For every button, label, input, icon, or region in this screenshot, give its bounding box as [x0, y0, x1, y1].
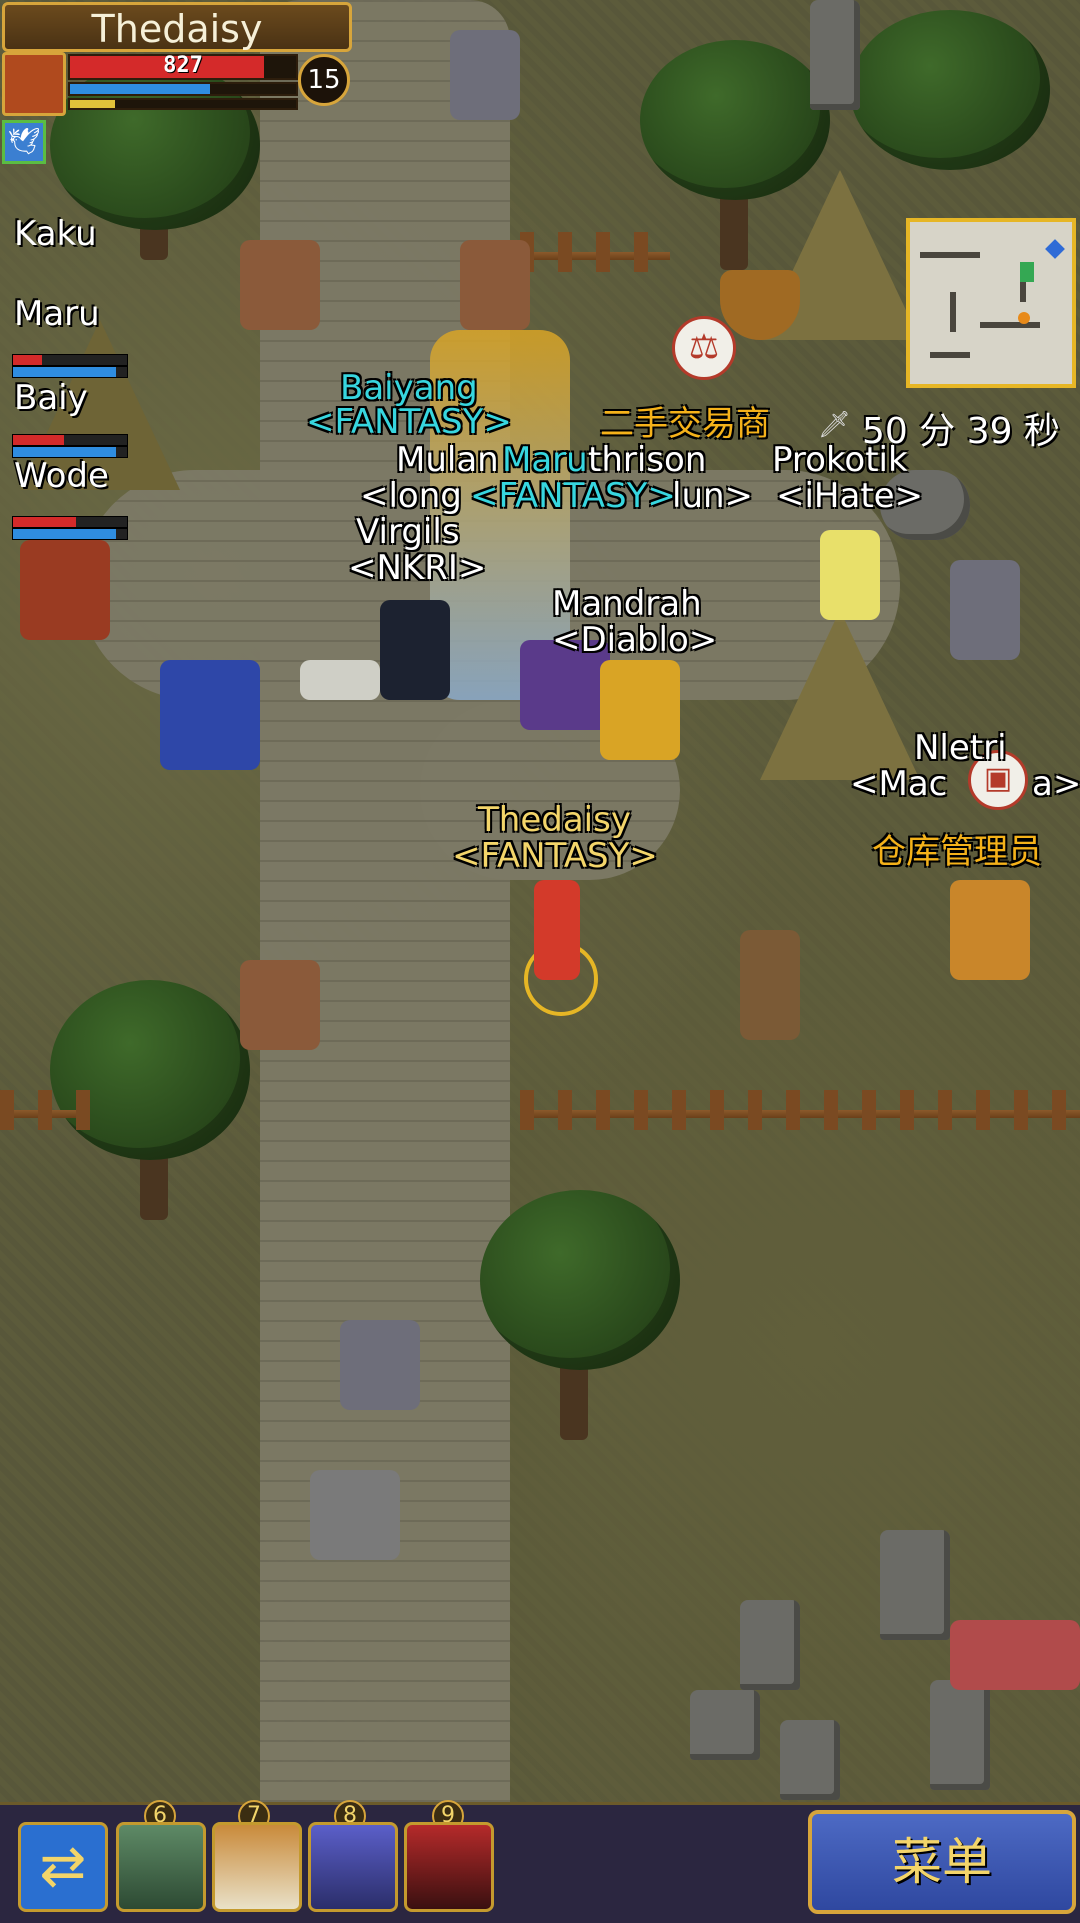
minimap-wall [920, 252, 980, 258]
guild-tag-mandrah: <Diablo> [552, 620, 718, 660]
player-level-badge: 15 [298, 54, 350, 106]
warehouse-keeper-npc[interactable] [950, 880, 1030, 980]
hotbar-slot-red-beetle[interactable] [404, 1822, 494, 1912]
minimap-wall [930, 352, 970, 358]
armored-guard-npc[interactable] [950, 560, 1020, 660]
player-name-mulan: Mulan [396, 440, 499, 480]
training-dummy[interactable] [740, 930, 800, 1040]
bear-warrior-enemy[interactable] [240, 240, 320, 330]
guild-tag-thedaisy: <FANTASY> [452, 836, 658, 876]
guild-tag-maru: <FANTASY> [470, 476, 676, 516]
trade-speech-bubble[interactable]: ⚖ [672, 316, 736, 380]
minimap-player-marker-icon [1020, 262, 1034, 282]
wooden-fence [520, 232, 670, 272]
player-name-baiyang: Baiyang [340, 368, 478, 408]
guild-tag-thrison: lun> [672, 476, 754, 516]
guild-tag-nletri-tail: a> [1032, 764, 1080, 804]
archer-enemy[interactable] [310, 1470, 400, 1560]
hotbar-slot-ghost[interactable] [308, 1822, 398, 1912]
hotbar-slot-mushroom[interactable] [212, 1822, 302, 1912]
player-name-mandrah: Mandrah [552, 584, 702, 624]
minimap[interactable] [906, 218, 1076, 388]
tree [50, 980, 250, 1160]
guild-tag-prokotik: <iHate> [776, 476, 924, 516]
party-member-mp-bar [12, 366, 128, 378]
rock [880, 1530, 950, 1640]
bear-warrior-enemy[interactable] [460, 240, 530, 330]
guild-tag-mulan: <long [360, 476, 462, 516]
player-name-maru: Maru [502, 440, 588, 480]
buff-timer: 50 分 39 秒 [862, 411, 1060, 452]
player-hp-value: 827 [163, 53, 203, 78]
golden-crowned-player[interactable] [600, 660, 680, 760]
guild-tag-virgils: <NKRI> [348, 548, 487, 588]
player-name-nletri: Nletri [914, 728, 1007, 768]
tent [760, 610, 920, 780]
player-mp-bar [68, 82, 298, 96]
player-avatar[interactable] [2, 52, 66, 116]
shield-warrior-enemy[interactable] [340, 1320, 420, 1410]
player-name-virgils: Virgils [356, 512, 460, 552]
armored-knight-npc[interactable] [450, 30, 520, 120]
red-wolf-enemy[interactable] [950, 1620, 1080, 1690]
party-member-hp-bar [12, 434, 128, 446]
blue-mage-player[interactable] [160, 660, 260, 770]
bird-buff-icon[interactable]: 🕊 [2, 120, 46, 164]
swap-arrows-icon: ⇄ [39, 1834, 87, 1899]
party-member-name[interactable]: Baiy [14, 378, 88, 418]
dark-knight-player[interactable] [380, 600, 450, 700]
party-member-hp-bar [12, 516, 128, 528]
wooden-fence [520, 1090, 1080, 1130]
player-name-plate[interactable]: Thedaisy [2, 2, 352, 52]
rock [780, 1720, 840, 1800]
rock [930, 1680, 990, 1790]
guild-tag-nletri: <Mac [850, 764, 948, 804]
menu-button[interactable]: 菜单 [808, 1810, 1076, 1914]
bear-warrior-enemy[interactable] [240, 960, 320, 1050]
party-member-name[interactable]: Maru [14, 294, 100, 334]
wooden-fence [0, 1090, 90, 1130]
party-member-mp-bar [12, 528, 128, 540]
guild-tag-baiyang: <FANTASY> [306, 402, 512, 442]
minimap-wall [980, 322, 1040, 328]
tree [480, 1190, 680, 1370]
mage-player[interactable] [20, 540, 110, 640]
party-member-name[interactable]: Wode [14, 456, 109, 496]
party-member-hp-bar [12, 354, 128, 366]
player-name-thrison: thrison [588, 440, 707, 480]
hotbar-slot-zombie-head[interactable] [116, 1822, 206, 1912]
player-character[interactable] [534, 880, 580, 980]
player-name-thedaisy: Thedaisy [478, 800, 631, 840]
skeleton-remains [300, 660, 380, 700]
rock [740, 1600, 800, 1690]
merchant-npc-label: 二手交易商 [600, 404, 770, 444]
stone-pillar [810, 0, 860, 110]
party-member-name[interactable]: Kaku [14, 214, 97, 254]
warehouse-npc-label: 仓库管理员 [872, 832, 1042, 872]
rock [690, 1690, 760, 1760]
minimap-npc-marker-icon [1018, 312, 1030, 324]
glowing-player[interactable] [820, 530, 880, 620]
dagger-icon: 🗡 [818, 410, 852, 440]
swap-hotbar-button[interactable]: ⇄ [18, 1822, 108, 1912]
minimap-target-marker-icon [1045, 239, 1065, 259]
tree [850, 10, 1050, 170]
player-xp-bar [68, 98, 298, 110]
minimap-wall [950, 292, 956, 332]
